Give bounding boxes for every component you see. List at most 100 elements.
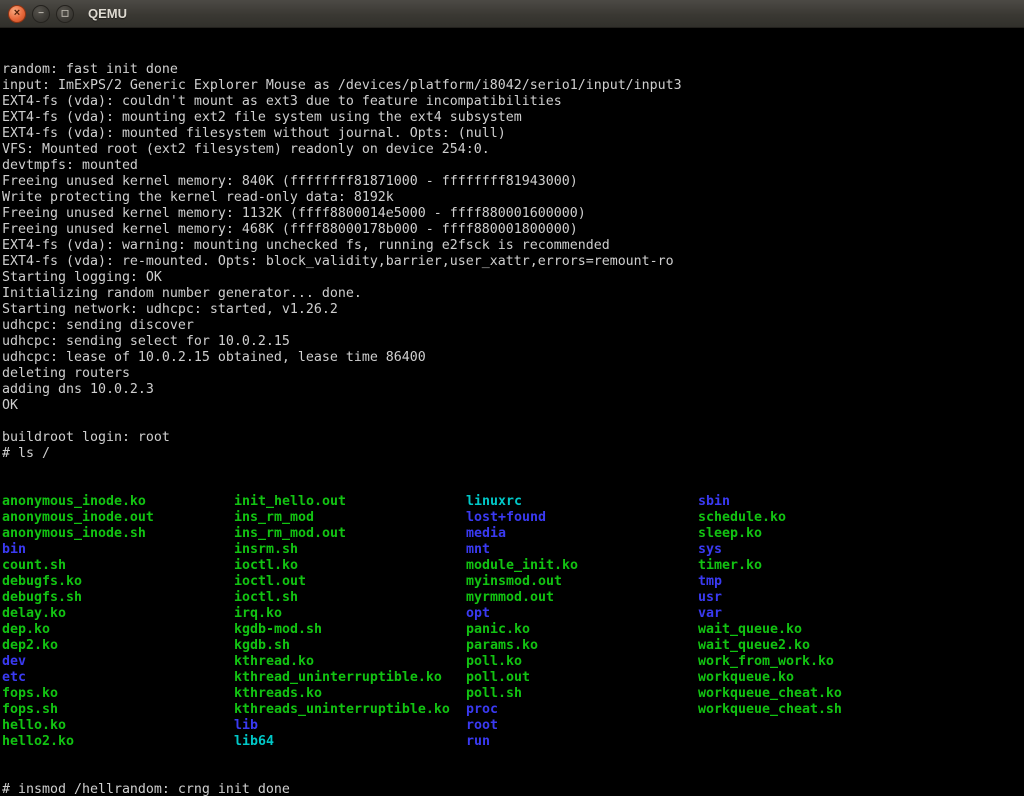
ls-entry-file: hello.ko <box>2 718 234 734</box>
ls-row: anonymous_inode.shins_rm_mod.outmediasle… <box>2 526 1024 542</box>
ls-entry-file: insrm.sh <box>234 542 466 558</box>
ls-entry-file: kthreads_uninterruptible.ko <box>234 702 466 718</box>
ls-entry-file: init_hello.out <box>234 494 466 510</box>
close-button[interactable]: × <box>8 5 26 23</box>
shell-log: # insmod /hellrandom: crng init done# in… <box>2 782 1024 796</box>
ls-entry-dir: sbin <box>698 494 930 510</box>
ls-entry-file: kthread.ko <box>234 654 466 670</box>
ls-row: etckthread_uninterruptible.kopoll.outwor… <box>2 670 1024 686</box>
ls-row: debugfs.koioctl.outmyinsmod.outtmp <box>2 574 1024 590</box>
qemu-window: × − ◻ QEMU random: fast init doneinput: … <box>0 0 1024 796</box>
ls-entry-file: timer.ko <box>698 558 930 574</box>
ls-row: fops.kokthreads.kopoll.shworkqueue_cheat… <box>2 686 1024 702</box>
ls-entry-link: linuxrc <box>466 494 698 510</box>
ls-row: anonymous_inode.koinit_hello.outlinuxrcs… <box>2 494 1024 510</box>
ls-row: devkthread.kopoll.kowork_from_work.ko <box>2 654 1024 670</box>
ls-row: dep.kokgdb-mod.shpanic.kowait_queue.ko <box>2 622 1024 638</box>
ls-entry-file: fops.sh <box>2 702 234 718</box>
ls-entry-file: hello2.ko <box>2 734 234 750</box>
ls-entry-dir: tmp <box>698 574 930 590</box>
ls-entry-file: module_init.ko <box>466 558 698 574</box>
ls-entry-file: poll.out <box>466 670 698 686</box>
ls-entry-file: params.ko <box>466 638 698 654</box>
terminal-line: EXT4-fs (vda): warning: mounting uncheck… <box>2 238 1024 254</box>
terminal-line: udhcpc: sending discover <box>2 318 1024 334</box>
terminal-line: random: fast init done <box>2 62 1024 78</box>
ls-entry-file: dep2.ko <box>2 638 234 654</box>
ls-entry-dir: lost+found <box>466 510 698 526</box>
ls-entry-file: sleep.ko <box>698 526 930 542</box>
terminal-line: VFS: Mounted root (ext2 filesystem) read… <box>2 142 1024 158</box>
boot-log: random: fast init doneinput: ImExPS/2 Ge… <box>2 62 1024 462</box>
ls-entry-file: kthread_uninterruptible.ko <box>234 670 466 686</box>
ls-entry-file: kthreads.ko <box>234 686 466 702</box>
ls-row: dep2.kokgdb.shparams.kowait_queue2.ko <box>2 638 1024 654</box>
terminal-line: Freeing unused kernel memory: 468K (ffff… <box>2 222 1024 238</box>
terminal-line: Starting network: udhcpc: started, v1.26… <box>2 302 1024 318</box>
ls-entry-file: dep.ko <box>2 622 234 638</box>
ls-row: debugfs.shioctl.shmyrmmod.outusr <box>2 590 1024 606</box>
ls-entry-file: workqueue_cheat.sh <box>698 702 930 718</box>
minimize-icon: − <box>38 9 44 19</box>
terminal-line: Freeing unused kernel memory: 840K (ffff… <box>2 174 1024 190</box>
ls-entry-file: workqueue.ko <box>698 670 930 686</box>
terminal-line: deleting routers <box>2 366 1024 382</box>
ls-entry-dir: lib <box>234 718 466 734</box>
ls-entry-dir: bin <box>2 542 234 558</box>
terminal-line: # insmod /hellrandom: crng init done <box>2 782 1024 796</box>
ls-entry-file: debugfs.ko <box>2 574 234 590</box>
ls-entry-file: ioctl.sh <box>234 590 466 606</box>
maximize-icon: ◻ <box>61 9 69 19</box>
terminal-line: # ls / <box>2 446 1024 462</box>
terminal-line: Initializing random number generator... … <box>2 286 1024 302</box>
ls-entry-file: ins_rm_mod <box>234 510 466 526</box>
ls-row: hello.kolibroot <box>2 718 1024 734</box>
ls-entry-dir: media <box>466 526 698 542</box>
ls-row: hello2.kolib64run <box>2 734 1024 750</box>
ls-row: bininsrm.shmntsys <box>2 542 1024 558</box>
ls-entry-link: lib64 <box>234 734 466 750</box>
ls-entry-file: count.sh <box>2 558 234 574</box>
ls-entry-dir: mnt <box>466 542 698 558</box>
ls-entry-file: irq.ko <box>234 606 466 622</box>
ls-entry-file: work_from_work.ko <box>698 654 930 670</box>
titlebar[interactable]: × − ◻ QEMU <box>0 0 1024 28</box>
terminal-line: Starting logging: OK <box>2 270 1024 286</box>
terminal-line: udhcpc: lease of 10.0.2.15 obtained, lea… <box>2 350 1024 366</box>
ls-entry-file: myrmmod.out <box>466 590 698 606</box>
ls-entry-file: wait_queue2.ko <box>698 638 930 654</box>
ls-entry-file: anonymous_inode.ko <box>2 494 234 510</box>
ls-entry-file: ioctl.out <box>234 574 466 590</box>
ls-entry-file: anonymous_inode.out <box>2 510 234 526</box>
maximize-button[interactable]: ◻ <box>56 5 74 23</box>
ls-entry-file: panic.ko <box>466 622 698 638</box>
ls-entry-file: kgdb.sh <box>234 638 466 654</box>
terminal-line: input: ImExPS/2 Generic Explorer Mouse a… <box>2 78 1024 94</box>
ls-entry-dir: run <box>466 734 698 750</box>
ls-entry-file: schedule.ko <box>698 510 930 526</box>
ls-entry-dir: usr <box>698 590 930 606</box>
ls-entry-file: poll.ko <box>466 654 698 670</box>
ls-entry-file: anonymous_inode.sh <box>2 526 234 542</box>
window-title: QEMU <box>88 6 127 21</box>
ls-entry-file: myinsmod.out <box>466 574 698 590</box>
ls-entry-dir: etc <box>2 670 234 686</box>
ls-entry-file: ioctl.ko <box>234 558 466 574</box>
ls-output: anonymous_inode.koinit_hello.outlinuxrcs… <box>2 494 1024 750</box>
console-terminal[interactable]: random: fast init doneinput: ImExPS/2 Ge… <box>0 28 1024 796</box>
ls-entry-file: poll.sh <box>466 686 698 702</box>
terminal-line: Write protecting the kernel read-only da… <box>2 190 1024 206</box>
terminal-line: udhcpc: sending select for 10.0.2.15 <box>2 334 1024 350</box>
ls-entry-file: kgdb-mod.sh <box>234 622 466 638</box>
terminal-line: buildroot login: root <box>2 430 1024 446</box>
ls-row: count.shioctl.komodule_init.kotimer.ko <box>2 558 1024 574</box>
terminal-line: EXT4-fs (vda): mounted filesystem withou… <box>2 126 1024 142</box>
close-icon: × <box>14 8 20 19</box>
minimize-button[interactable]: − <box>32 5 50 23</box>
terminal-line: EXT4-fs (vda): re-mounted. Opts: block_v… <box>2 254 1024 270</box>
terminal-line: EXT4-fs (vda): mounting ext2 file system… <box>2 110 1024 126</box>
terminal-line: OK <box>2 398 1024 414</box>
terminal-line: devtmpfs: mounted <box>2 158 1024 174</box>
terminal-line <box>2 414 1024 430</box>
ls-entry-file: workqueue_cheat.ko <box>698 686 930 702</box>
